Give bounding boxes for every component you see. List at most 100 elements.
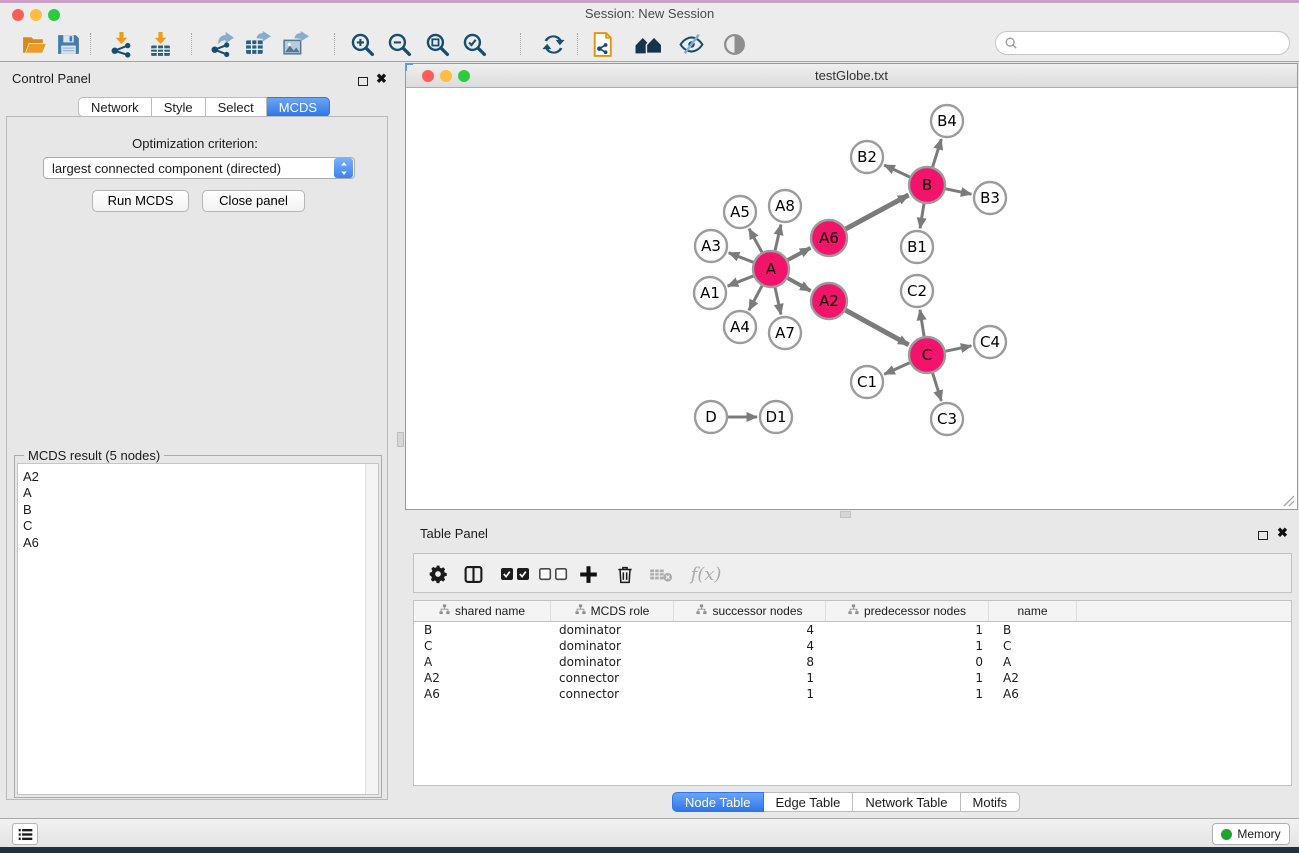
graph-edge-A-A8[interactable] <box>775 225 781 251</box>
table-cell[interactable]: C <box>989 638 1077 654</box>
graph-node-B1[interactable]: B1 <box>901 231 933 263</box>
window-resize-grip[interactable] <box>1283 495 1295 507</box>
graph-edge-A-A3[interactable] <box>729 253 754 262</box>
memory-button[interactable]: Memory <box>1212 823 1290 845</box>
graph-edge-A-A2[interactable] <box>788 278 811 291</box>
graph-node-D1[interactable]: D1 <box>760 401 792 433</box>
add-column-icon[interactable] <box>574 561 602 587</box>
table-row[interactable]: Cdominator41C <box>414 638 1291 654</box>
minimize-traffic-light[interactable] <box>30 9 42 21</box>
graph-edge-A2-C[interactable] <box>846 310 909 345</box>
tab-network[interactable]: Network <box>78 97 152 117</box>
table-cell[interactable]: B <box>989 622 1077 638</box>
graph-node-C[interactable]: C <box>909 337 945 373</box>
table-cell[interactable]: 1 <box>826 638 989 654</box>
search-input[interactable] <box>1022 36 1289 50</box>
settings-gear-icon[interactable] <box>424 561 452 587</box>
tab-node-table[interactable]: Node Table <box>672 792 764 812</box>
zoom-out-icon[interactable] <box>384 29 414 59</box>
zoom-traffic-light[interactable] <box>48 9 60 21</box>
table-cell[interactable]: 1 <box>826 622 989 638</box>
table-row[interactable]: Adominator80A <box>414 654 1291 670</box>
table-cell[interactable]: 1 <box>674 686 826 702</box>
graph-node-B[interactable]: B <box>909 167 945 203</box>
show-eye-icon[interactable] <box>719 29 749 59</box>
graph-edge-C-C4[interactable] <box>946 346 972 351</box>
column-header-MCDS-role[interactable]: MCDS role <box>551 601 674 621</box>
graph-node-C2[interactable]: C2 <box>901 275 933 307</box>
task-history-button[interactable] <box>12 823 38 845</box>
graph-node-A6[interactable]: A6 <box>811 220 847 256</box>
graph-node-A4[interactable]: A4 <box>724 311 756 343</box>
table-cell[interactable]: 1 <box>826 686 989 702</box>
network-close-traffic-light[interactable] <box>422 70 434 82</box>
split-columns-icon[interactable] <box>459 561 487 587</box>
graph-node-A[interactable]: A <box>753 251 789 287</box>
mcds-result-list[interactable]: A2ABCA6 <box>17 463 379 795</box>
float-table-panel-icon[interactable] <box>1258 528 1268 543</box>
table-cell[interactable]: A6 <box>414 686 551 702</box>
graph-edge-A-A6[interactable] <box>788 248 811 260</box>
hide-panel-icon[interactable] <box>676 29 706 59</box>
table-cell[interactable]: 4 <box>674 622 826 638</box>
search-field[interactable] <box>995 31 1290 55</box>
zoom-selected-icon[interactable] <box>459 29 489 59</box>
mcds-list-scrollbar[interactable] <box>365 464 378 794</box>
export-network-icon[interactable] <box>206 29 236 59</box>
graph-edge-B-B1[interactable] <box>920 204 924 228</box>
table-cell[interactable]: B <box>414 622 551 638</box>
mcds-result-item[interactable]: A6 <box>23 535 378 551</box>
mcds-result-item[interactable]: A <box>23 485 378 501</box>
network-window-titlebar[interactable]: testGlobe.txt <box>406 64 1297 88</box>
table-cell[interactable]: A2 <box>989 670 1077 686</box>
table-cell[interactable]: A2 <box>414 670 551 686</box>
table-cell[interactable]: A6 <box>989 686 1077 702</box>
network-from-document-icon[interactable] <box>587 29 617 59</box>
import-table-icon[interactable] <box>145 29 175 59</box>
graph-node-D[interactable]: D <box>695 401 727 433</box>
graph-node-C1[interactable]: C1 <box>851 366 883 398</box>
tab-edge-table[interactable]: Edge Table <box>764 792 854 812</box>
table-cell[interactable]: dominator <box>551 622 674 638</box>
graph-edge-B-B4[interactable] <box>933 139 942 167</box>
function-builder-icon[interactable]: f(x) <box>686 561 726 587</box>
float-panel-icon[interactable] <box>358 74 368 89</box>
save-icon[interactable] <box>53 29 83 59</box>
column-header-successor-nodes[interactable]: successor nodes <box>674 601 826 621</box>
table-cell[interactable]: A <box>989 654 1077 670</box>
delete-column-icon[interactable] <box>611 561 639 587</box>
zoom-fit-icon[interactable] <box>422 29 452 59</box>
table-cell[interactable]: C <box>414 638 551 654</box>
tab-mcds[interactable]: MCDS <box>267 97 330 117</box>
graph-node-B3[interactable]: B3 <box>974 182 1006 214</box>
graph-node-A8[interactable]: A8 <box>769 190 801 222</box>
graph-edge-C-C2[interactable] <box>920 310 924 336</box>
close-table-panel-icon[interactable]: ✖ <box>1277 527 1288 539</box>
network-graph-canvas[interactable]: B4B2BB3A5A8A6B1A3AC2A1A2A4A7C4CC1C3DD1 <box>406 88 1297 509</box>
close-panel-icon[interactable]: ✖ <box>376 73 387 85</box>
delete-table-icon[interactable] <box>647 561 675 587</box>
import-network-icon[interactable] <box>106 29 136 59</box>
graph-node-A3[interactable]: A3 <box>695 230 727 262</box>
graph-node-A7[interactable]: A7 <box>769 317 801 349</box>
graph-edge-C-C3[interactable] <box>933 373 942 401</box>
graph-node-C3[interactable]: C3 <box>931 403 963 435</box>
table-row[interactable]: Bdominator41B <box>414 622 1291 638</box>
tab-style[interactable]: Style <box>152 97 206 117</box>
graph-edge-B-B3[interactable] <box>946 189 972 194</box>
table-cell[interactable]: dominator <box>551 638 674 654</box>
network-minimize-traffic-light[interactable] <box>440 70 452 82</box>
graph-node-A2[interactable]: A2 <box>811 283 847 319</box>
table-cell[interactable]: connector <box>551 686 674 702</box>
tab-motifs[interactable]: Motifs <box>961 792 1021 812</box>
tab-select[interactable]: Select <box>206 97 267 117</box>
zoom-in-icon[interactable] <box>347 29 377 59</box>
optimization-criterion-select[interactable]: largest connected component (directed) <box>43 157 355 179</box>
table-cell[interactable]: 8 <box>674 654 826 670</box>
graph-node-A5[interactable]: A5 <box>724 196 756 228</box>
network-zoom-traffic-light[interactable] <box>458 70 470 82</box>
graph-node-C4[interactable]: C4 <box>974 326 1006 358</box>
graph-edge-A-A5[interactable] <box>749 229 762 253</box>
table-cell[interactable]: 1 <box>826 670 989 686</box>
run-mcds-button[interactable]: Run MCDS <box>92 190 189 212</box>
